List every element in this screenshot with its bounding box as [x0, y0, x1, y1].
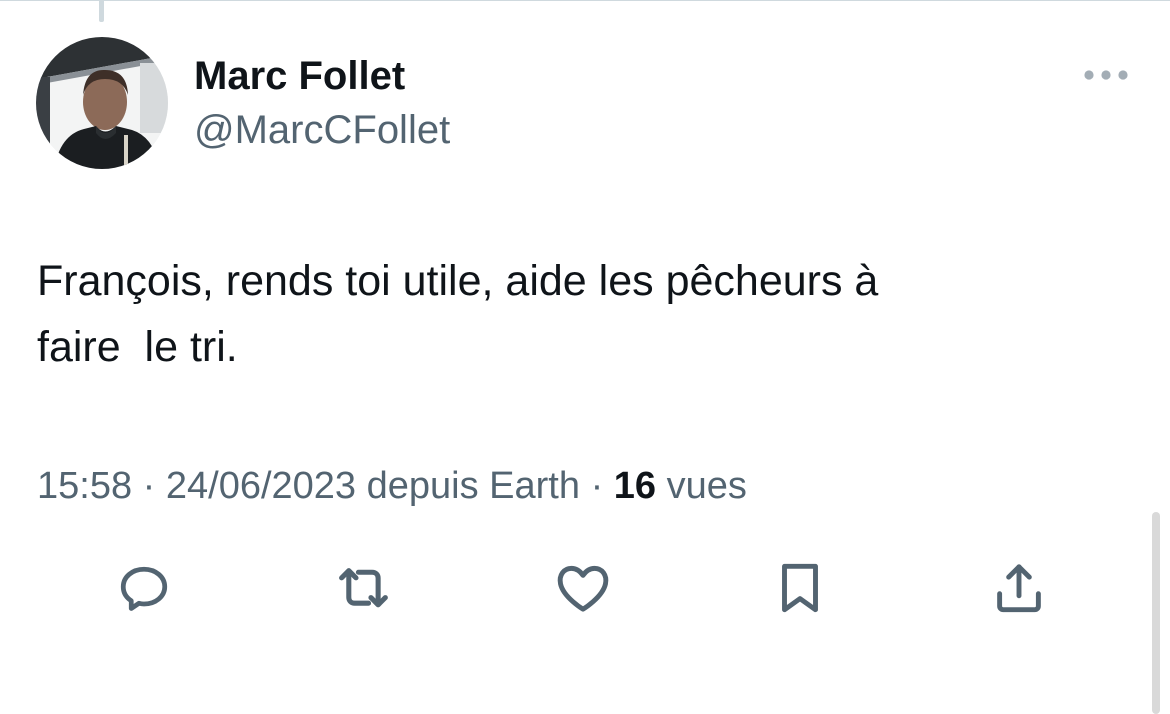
bookmark-button[interactable]	[768, 556, 832, 620]
reply-icon	[120, 566, 168, 611]
separator-dot: ·	[590, 465, 604, 507]
tweet-date[interactable]: 24/06/2023	[166, 465, 356, 507]
reply-button[interactable]	[112, 556, 176, 620]
author-handle[interactable]: @MarcCFollet	[194, 106, 450, 154]
retweet-button[interactable]	[332, 556, 396, 620]
views-label[interactable]: vues	[667, 465, 747, 507]
heart-icon	[557, 565, 609, 612]
tweet-time[interactable]: 15:58	[37, 465, 132, 507]
avatar[interactable]	[36, 37, 168, 169]
tweet-text: François, rends toi utile, aide les pêch…	[37, 257, 879, 371]
retweet-icon	[339, 568, 388, 608]
scrollbar-thumb[interactable]	[1152, 512, 1160, 714]
avatar-photo	[36, 37, 168, 169]
like-button[interactable]	[551, 556, 615, 620]
bookmark-icon	[782, 563, 818, 613]
more-options-button[interactable]	[1078, 58, 1134, 92]
ellipsis-icon	[1084, 70, 1128, 80]
action-bar	[0, 556, 1170, 620]
source-prefix: depuis	[366, 465, 479, 507]
share-icon	[997, 564, 1041, 613]
thread-connector-line	[99, 0, 104, 22]
share-button[interactable]	[987, 556, 1051, 620]
top-divider	[0, 0, 1170, 1]
separator-dot: ·	[142, 465, 156, 507]
views-count[interactable]: 16	[614, 465, 656, 507]
tweet-metadata: 15:58 · 24/06/2023 depuis Earth · 16 vue…	[37, 462, 747, 510]
author-display-name[interactable]: Marc Follet	[194, 52, 405, 100]
tweet-source: Earth	[489, 465, 580, 507]
